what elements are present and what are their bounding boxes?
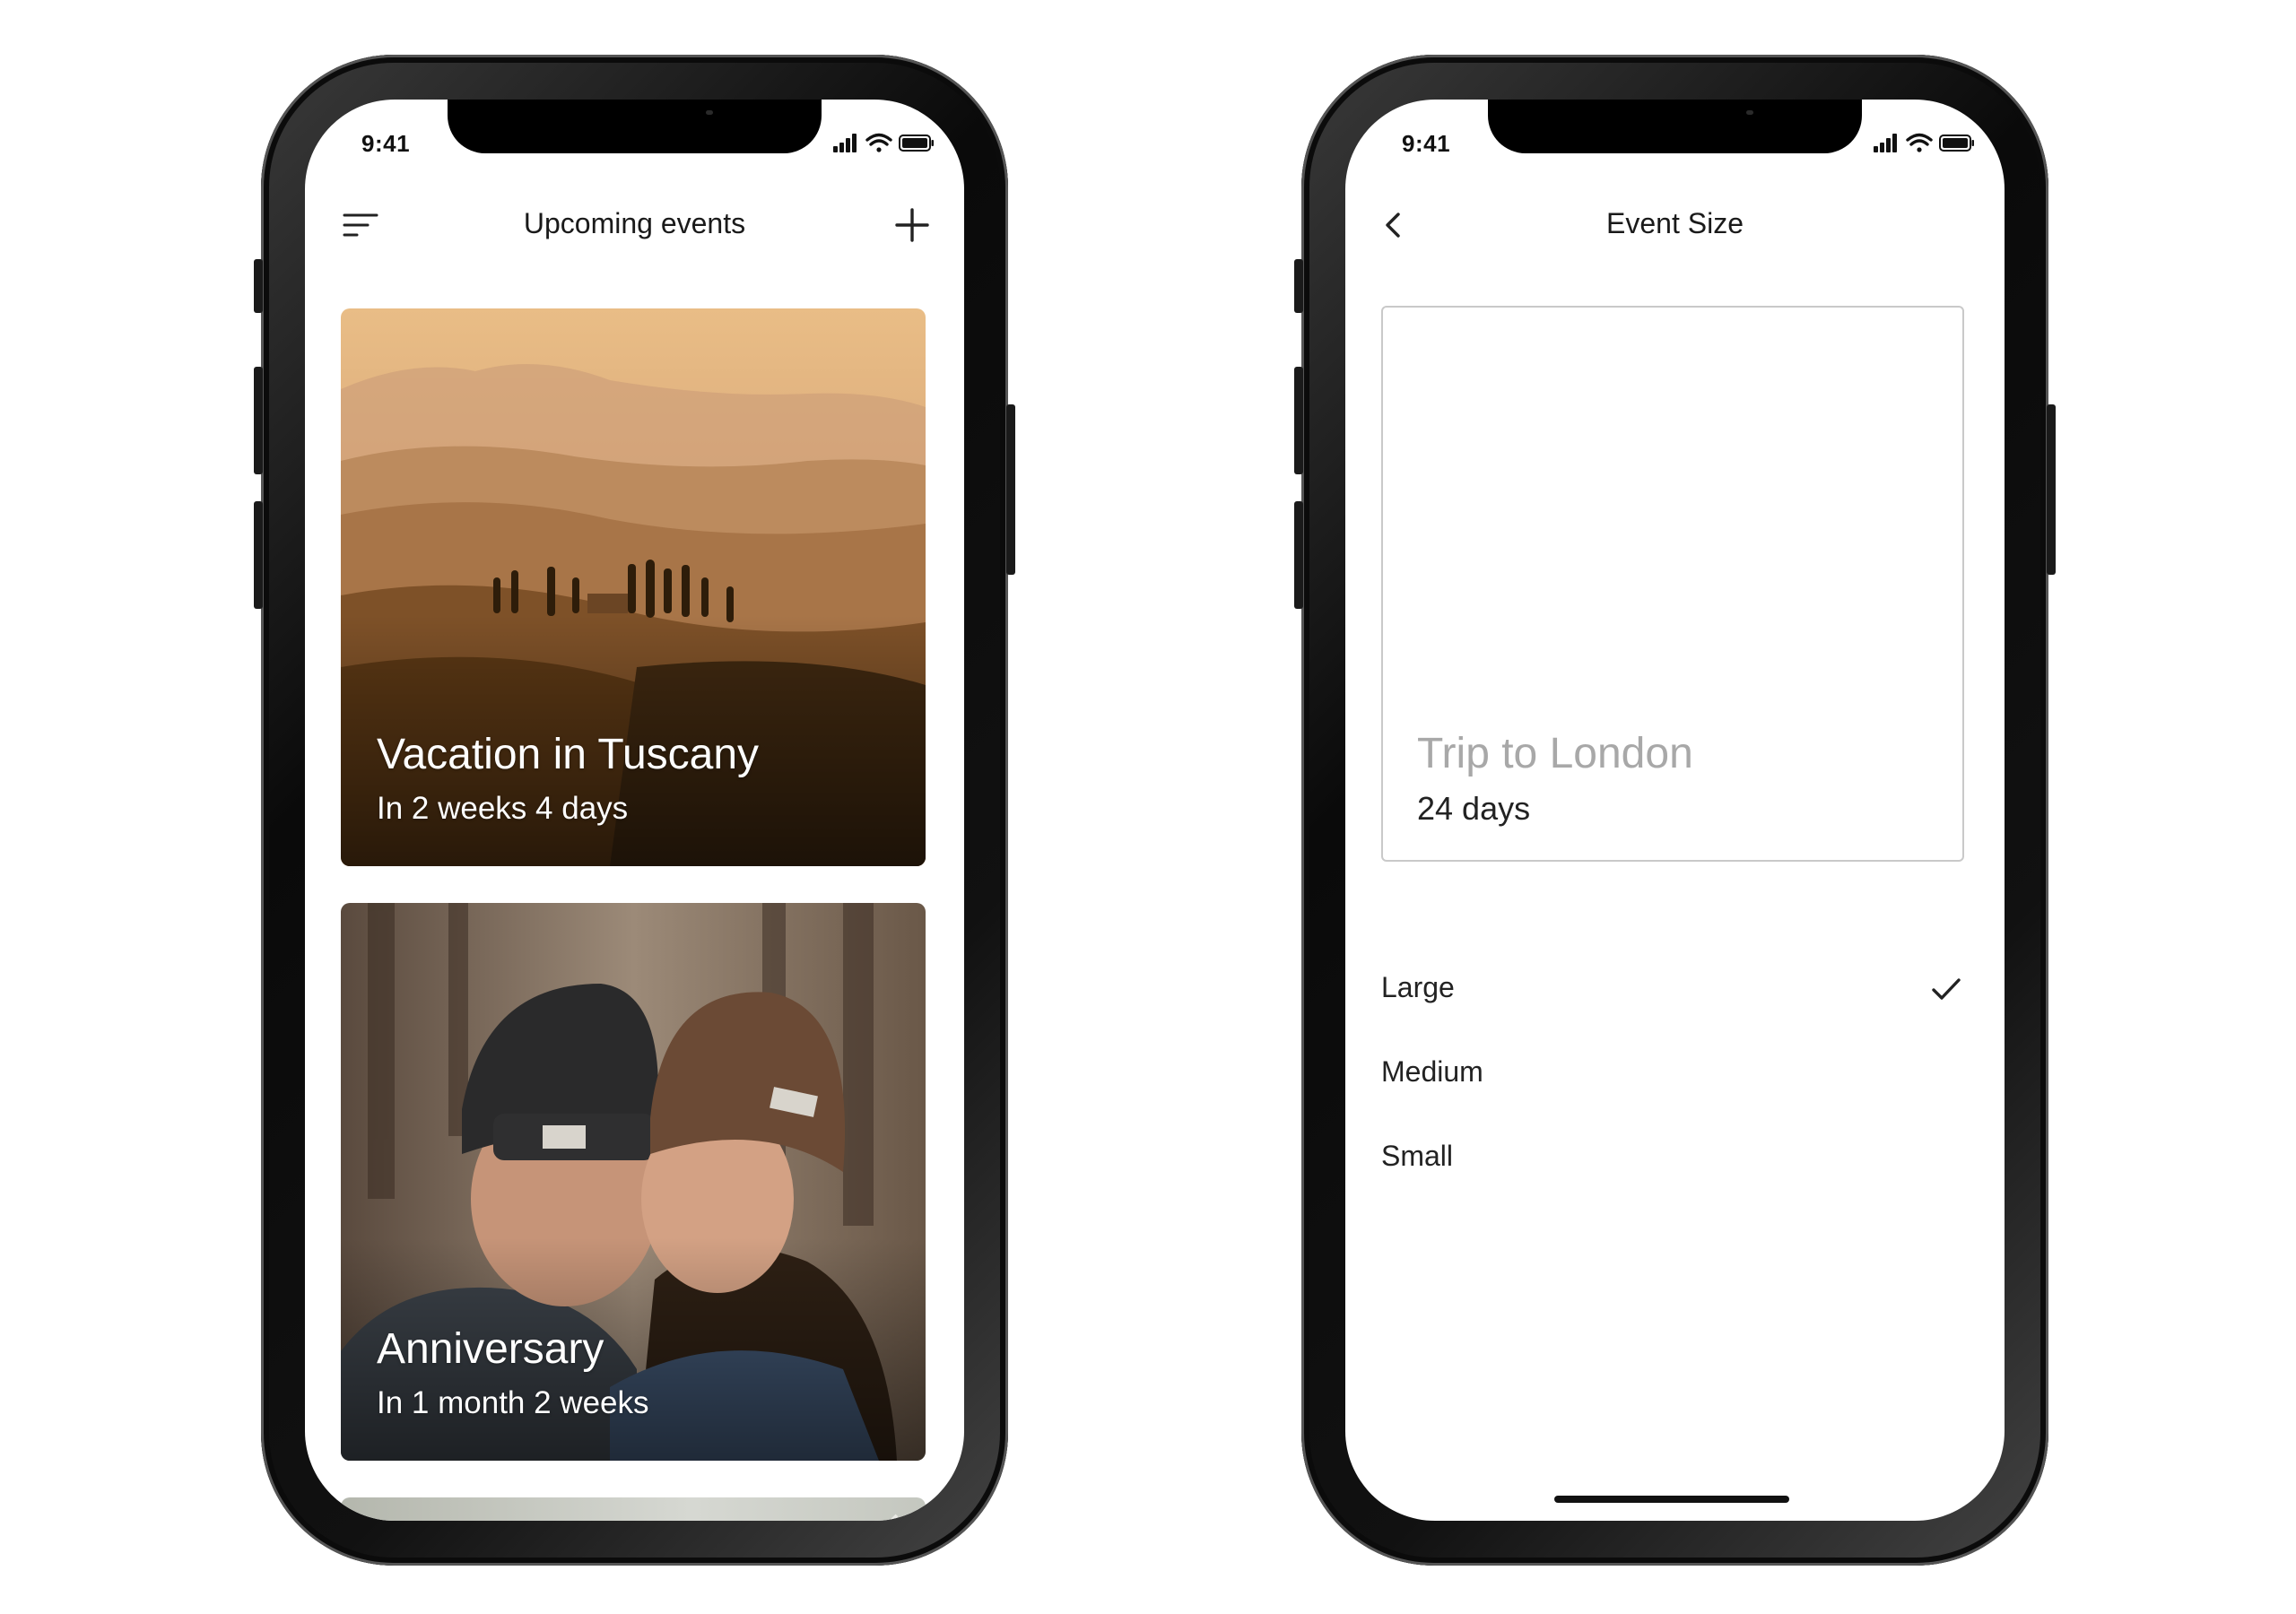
mute-switch [254,259,263,313]
plus-icon[interactable] [892,205,932,245]
volume-down-button [1294,501,1303,609]
status-icons [833,133,934,152]
size-option-small[interactable]: Small [1381,1127,1964,1190]
preview-event-title: Trip to London [1417,730,1693,777]
volume-up-button [1294,367,1303,474]
event-card-anniversary[interactable]: Anniversary In 1 month 2 weeks [341,903,926,1461]
size-option-label: Medium [1381,1055,1483,1088]
notch [448,100,822,153]
cellular-signal-icon [833,134,857,152]
home-indicator[interactable] [1554,1496,1789,1503]
event-card-partial[interactable] [341,1497,926,1521]
tuscany-landscape-image [341,308,926,866]
nav-bar: Event Size [1345,189,2005,261]
wifi-icon [865,133,892,152]
size-option-label: Small [1381,1140,1454,1172]
cellular-signal-icon [1874,134,1897,152]
page-title: Upcoming events [523,207,746,239]
event-title: Anniversary [377,1325,604,1373]
power-button [1006,404,1015,575]
status-time: 9:41 [1402,130,1451,157]
phone-upcoming-events: 9:41 Upcoming events Vacation in Tuscany… [254,55,1015,1566]
event-image-partial [341,1497,926,1521]
size-option-large[interactable]: Large [1381,959,1964,1021]
status-icons [1874,133,1974,152]
notch [1488,100,1862,153]
status-time: 9:41 [361,130,411,157]
nav-bar: Upcoming events [305,189,964,261]
size-option-label: Large [1381,971,1455,1003]
preview-event-countdown: 24 days [1417,790,1531,827]
screen: 9:41 Event Size Trip to London 24 days L… [1345,100,2005,1521]
power-button [2047,404,2056,575]
wifi-icon [1906,133,1933,152]
couple-photo-image [341,903,926,1461]
checkmark-icon [1932,978,1961,1000]
screen: 9:41 Upcoming events Vacation in Tuscany… [305,100,964,1521]
volume-down-button [254,501,263,609]
event-card-tuscany[interactable]: Vacation in Tuscany In 2 weeks 4 days [341,308,926,866]
battery-icon [899,134,934,152]
battery-icon [1939,134,1974,152]
phone-event-size: 9:41 Event Size Trip to London 24 days L… [1294,55,2056,1566]
mute-switch [1294,259,1303,313]
size-option-medium[interactable]: Medium [1381,1043,1964,1106]
event-size-preview: Trip to London 24 days [1381,306,1964,862]
event-title: Vacation in Tuscany [377,731,760,778]
event-countdown: In 2 weeks 4 days [377,791,629,826]
event-countdown: In 1 month 2 weeks [377,1385,649,1420]
volume-up-button [254,367,263,474]
page-title: Event Size [1606,207,1744,239]
